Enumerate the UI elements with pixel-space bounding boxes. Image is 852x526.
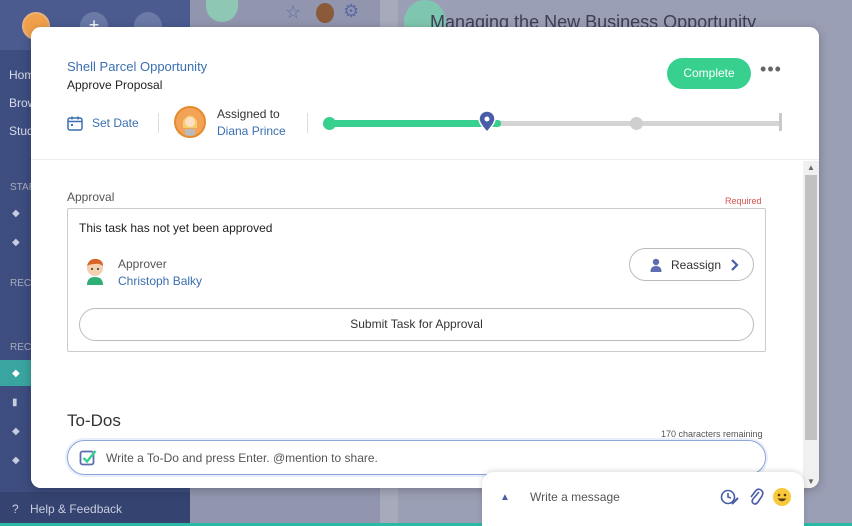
more-options-icon[interactable]: •••: [759, 60, 783, 83]
user-icon: [650, 258, 662, 272]
opportunity-link[interactable]: Shell Parcel Opportunity: [67, 59, 207, 74]
chevron-right-icon: [731, 258, 739, 271]
progress-fill: [329, 120, 501, 127]
todo-input[interactable]: Write a To-Do and press Enter. @mention …: [67, 440, 766, 475]
checkbox-icon: [79, 449, 97, 465]
bg-diamond-icon: ◆: [12, 426, 20, 437]
paperclip-icon[interactable]: [748, 487, 764, 507]
emoji-icon[interactable]: [772, 487, 792, 507]
task-modal: Shell Parcel Opportunity Approve Proposa…: [31, 27, 819, 488]
scroll-up-icon[interactable]: ▲: [803, 163, 819, 172]
bg-nav-studio[interactable]: Stud: [9, 124, 34, 138]
approver-name[interactable]: Christoph Balky: [118, 274, 202, 288]
header-divider: [307, 113, 308, 133]
bg-diamond-icon: ◆: [12, 368, 20, 379]
reassign-button[interactable]: Reassign: [629, 248, 754, 281]
approver-avatar[interactable]: [79, 255, 111, 287]
progress-current-marker-icon[interactable]: [478, 110, 496, 134]
approval-box: This task has not yet been approved Appr…: [67, 208, 766, 352]
todos-title: To-Dos: [67, 411, 121, 430]
help-feedback-link[interactable]: ? Help & Feedback: [0, 492, 190, 526]
assignee-name[interactable]: Diana Prince: [217, 124, 286, 138]
progress-end-marker: [779, 113, 782, 131]
approver-label: Approver: [118, 257, 167, 271]
chat-actions: [720, 487, 792, 507]
scrollbar-thumb[interactable]: [805, 175, 817, 440]
help-icon: ?: [12, 502, 19, 516]
calendar-icon: [67, 116, 83, 131]
progress-step-3[interactable]: [630, 117, 643, 130]
todo-placeholder: Write a To-Do and press Enter. @mention …: [106, 450, 378, 465]
modal-body: Approval Required This task has not yet …: [31, 161, 803, 488]
gear-icon[interactable]: ⚙: [343, 1, 359, 22]
help-label: Help & Feedback: [30, 502, 123, 516]
chat-expand-icon[interactable]: ▲: [500, 492, 510, 503]
chat-message-input[interactable]: Write a message: [530, 490, 620, 504]
required-label: Required: [725, 196, 762, 206]
approval-section-label: Approval: [67, 190, 115, 204]
modal-header: Shell Parcel Opportunity Approve Proposa…: [31, 27, 819, 160]
set-date-label: Set Date: [92, 116, 139, 130]
assigned-to-label: Assigned to: [217, 107, 280, 121]
bg-diamond-icon: ◆: [12, 208, 20, 219]
star-icon[interactable]: ☆: [285, 2, 301, 23]
modal-scrollbar[interactable]: ▲ ▼: [803, 161, 819, 488]
submit-for-approval-button[interactable]: Submit Task for Approval: [79, 308, 754, 341]
chars-remaining: 170 characters remaining: [661, 429, 763, 439]
bg-diamond-icon: ◆: [12, 455, 20, 466]
chat-bar: ▲ Write a message: [482, 472, 804, 526]
assignee-avatar[interactable]: [174, 106, 206, 138]
scroll-down-icon[interactable]: ▼: [803, 477, 819, 486]
bg-diamond-icon: ◆: [12, 237, 20, 248]
bg-person-avatar[interactable]: [316, 3, 334, 23]
progress-step-1[interactable]: [323, 117, 336, 130]
set-date-button[interactable]: Set Date: [67, 113, 139, 133]
approval-status-text: This task has not yet been approved: [79, 221, 273, 235]
task-title: Approve Proposal: [67, 78, 163, 92]
complete-button[interactable]: Complete: [667, 58, 751, 89]
bg-chart-icon: ▮: [12, 397, 18, 408]
reassign-label: Reassign: [671, 257, 722, 272]
header-divider: [158, 113, 159, 133]
pencil-clock-icon[interactable]: [720, 488, 740, 506]
